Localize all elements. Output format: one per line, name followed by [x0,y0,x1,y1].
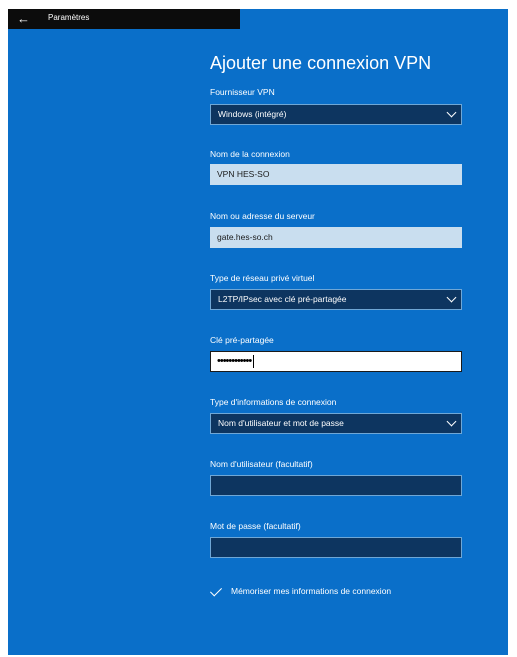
username-label: Nom d'utilisateur (facultatif) [210,459,313,469]
page-title: Ajouter une connexion VPN [210,53,432,73]
chevron-down-icon [446,107,457,118]
title-bar-extension [240,9,508,29]
psk-label: Clé pré-partagée [210,335,274,345]
psk-field[interactable]: •••••••••••• [210,351,462,372]
window-title: Paramètres [48,13,90,22]
chevron-down-icon [446,416,457,427]
signin-type-value: Nom d'utilisateur et mot de passe [218,418,344,428]
provider-label: Fournisseur VPN [210,87,275,97]
back-arrow-icon[interactable]: ← [17,10,30,28]
connection-name-field[interactable]: VPN HES-SO [210,164,462,185]
provider-select[interactable]: Windows (intégré) [210,104,462,125]
server-field[interactable]: gate.hes-so.ch [210,227,462,248]
chevron-down-icon [446,292,457,303]
vpn-type-value: L2TP/IPsec avec clé pré-partagée [218,294,347,304]
connection-name-label: Nom de la connexion [210,149,290,159]
server-label: Nom ou adresse du serveur [210,211,315,221]
psk-masked-value: •••••••••••• [217,355,252,367]
provider-value: Windows (intégré) [218,109,287,119]
signin-type-label: Type d'informations de connexion [210,397,337,407]
settings-window: ← Paramètres Ajouter une connexion VPN F… [8,9,508,655]
text-caret [253,354,255,368]
password-label: Mot de passe (facultatif) [210,521,301,531]
vpn-type-label: Type de réseau privé virtuel [210,273,315,283]
checkmark-icon [209,584,223,597]
title-bar: ← Paramètres [8,9,240,29]
username-field[interactable] [210,475,462,496]
vpn-type-select[interactable]: L2TP/IPsec avec clé pré-partagée [210,289,462,310]
remember-label: Mémoriser mes informations de connexion [231,586,392,596]
signin-type-select[interactable]: Nom d'utilisateur et mot de passe [210,413,462,434]
password-field[interactable] [210,537,462,558]
